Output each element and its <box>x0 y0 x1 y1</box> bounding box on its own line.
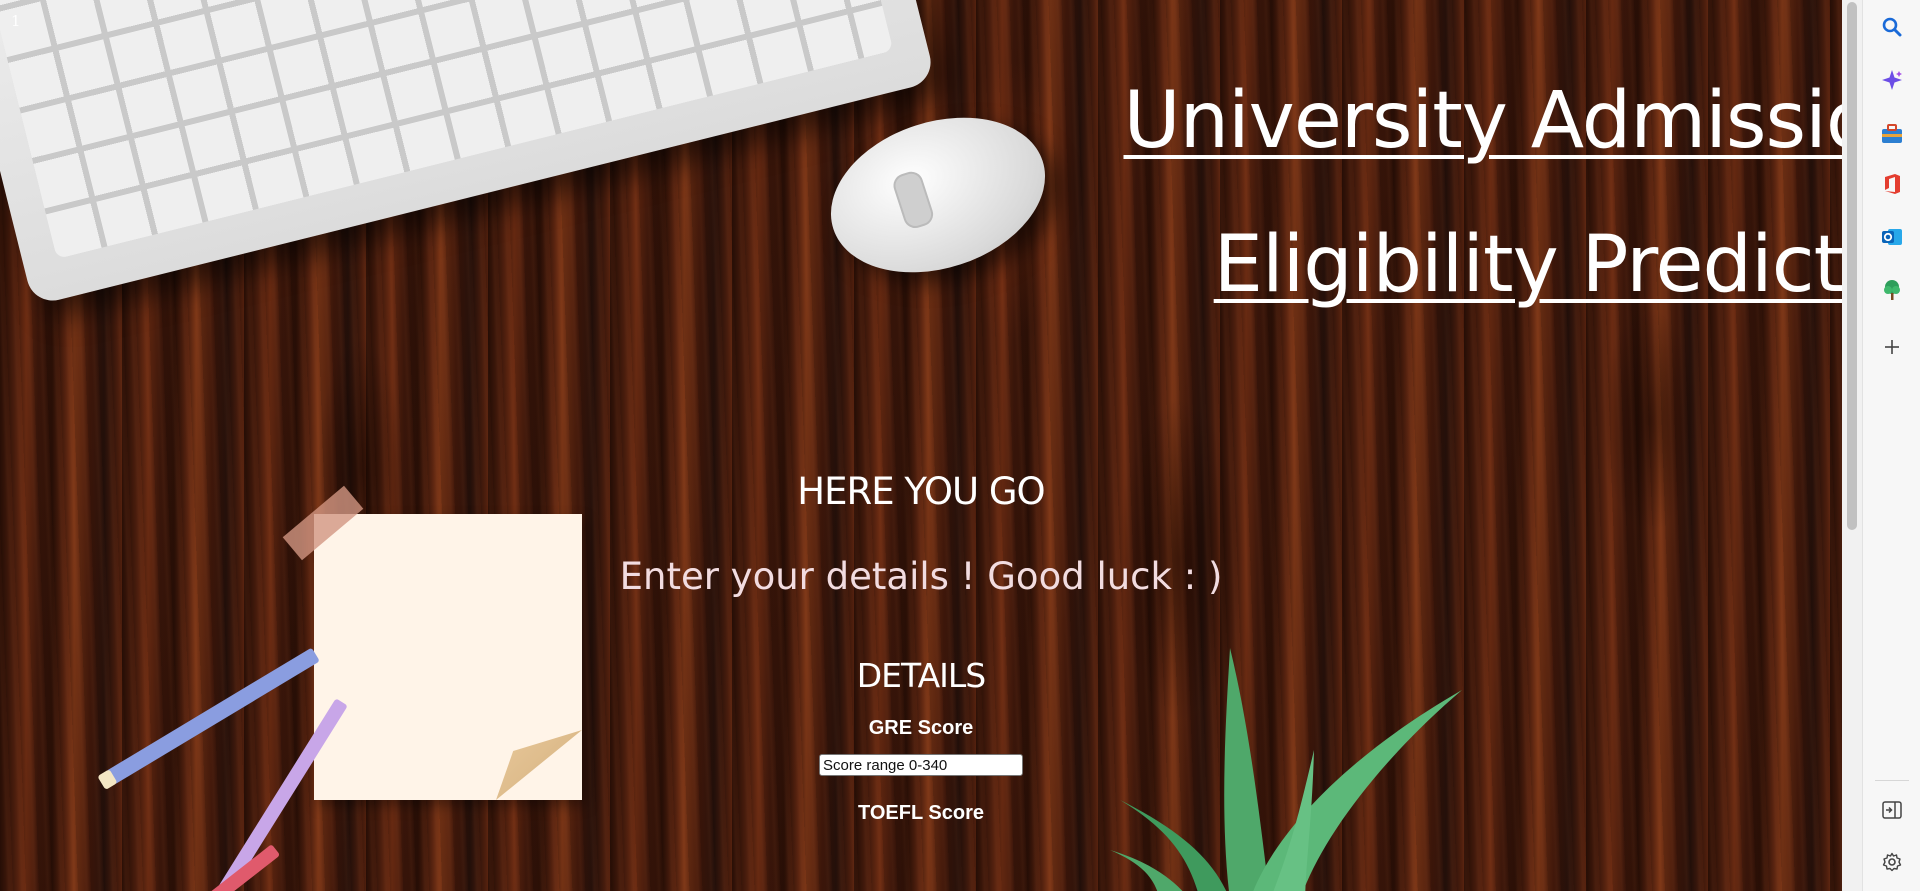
add-icon[interactable] <box>1881 336 1903 358</box>
scrollbar-thumb[interactable] <box>1847 2 1857 530</box>
title-line-2: Eligibility Predictor <box>1213 220 1920 310</box>
tree-icon[interactable] <box>1881 279 1903 301</box>
sidebar-collapse-icon[interactable] <box>1881 799 1903 821</box>
details-heading: DETAILS <box>856 656 987 695</box>
main-content: HERE YOU GO Enter your details ! Good lu… <box>0 470 1842 825</box>
office-icon[interactable] <box>1881 173 1903 195</box>
gre-score-label: GRE Score <box>868 717 974 739</box>
tools-briefcase-icon[interactable] <box>1881 123 1903 145</box>
subheading: Enter your details ! Good luck : ) <box>619 555 1223 598</box>
title-line-1: University Admission <box>1123 76 1920 166</box>
search-icon[interactable] <box>1881 16 1903 38</box>
settings-gear-icon[interactable] <box>1881 851 1903 873</box>
outlook-icon[interactable] <box>1881 226 1903 248</box>
page-scrollbar[interactable] <box>1842 0 1862 891</box>
browser-sidebar <box>1862 0 1920 891</box>
toefl-score-label: TOEFL Score <box>858 802 984 824</box>
page-marker: 1 <box>11 12 21 30</box>
keyboard-image <box>0 0 937 307</box>
copilot-sparkle-icon[interactable] <box>1881 69 1903 91</box>
page-title: University Admission Eligibility Predict… <box>1021 82 1920 370</box>
gre-score-input[interactable] <box>819 754 1023 776</box>
heading-here-you-go: HERE YOU GO <box>797 470 1045 513</box>
sidebar-divider <box>1875 780 1909 781</box>
